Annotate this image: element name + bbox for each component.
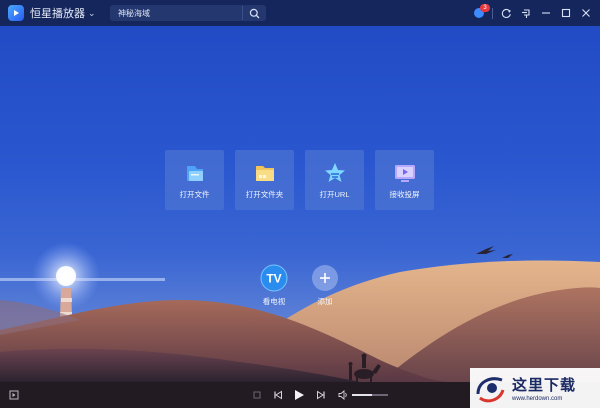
open-folder-tile[interactable]: 打开文件夹 [235, 150, 294, 210]
volume-icon [338, 390, 347, 400]
tv-badge-text: TV [266, 272, 281, 286]
play-button[interactable] [291, 382, 307, 408]
message-button[interactable]: 3 [469, 0, 490, 26]
chevron-down-icon[interactable]: ⌄ [88, 8, 96, 19]
tile-label: 接收投屏 [389, 190, 420, 199]
folder-icon [255, 166, 274, 181]
close-button[interactable] [576, 0, 596, 26]
search-icon [249, 8, 260, 18]
watermark-logo-icon [476, 377, 505, 403]
search-box [110, 5, 266, 21]
open-url-tile[interactable]: 打开URL [305, 150, 364, 210]
volume-button[interactable] [336, 382, 350, 408]
stop-icon [253, 391, 261, 399]
next-button[interactable] [314, 382, 328, 408]
watermark-url: www.herdown.com [512, 396, 563, 402]
window-controls: 3 [469, 0, 600, 26]
refresh-button[interactable] [496, 0, 516, 26]
previous-icon [274, 390, 282, 400]
previous-button[interactable] [271, 382, 285, 408]
player-stage: 恒星播放器 ⌄ 3 [0, 0, 600, 408]
tv-icon: TV [260, 264, 288, 292]
quick-actions: 打开文件 打开文件夹 打开URL 接收投屏 [165, 150, 434, 210]
tile-label: 打开URL [319, 190, 350, 199]
maximize-button[interactable] [556, 0, 576, 26]
search-button[interactable] [243, 5, 266, 21]
watch-tv-label: 看电视 [262, 297, 286, 306]
maximize-icon [561, 8, 571, 18]
watermark: 这里下载 www.herdown.com [470, 368, 600, 408]
notification-badge: 3 [480, 4, 490, 12]
plus-icon [312, 265, 338, 291]
watch-tv-button[interactable]: TV 看电视 [260, 264, 288, 307]
tile-label: 打开文件 [179, 190, 210, 199]
refresh-icon [501, 8, 511, 18]
volume-slider[interactable] [352, 394, 388, 396]
add-button[interactable]: 添加 [311, 264, 339, 307]
watermark-title: 这里下载 [512, 376, 577, 394]
close-icon [582, 9, 590, 17]
playlist-icon [9, 390, 19, 400]
file-icon [186, 166, 203, 181]
search-input[interactable] [110, 8, 243, 18]
stop-button[interactable] [250, 382, 264, 408]
tile-label: 打开文件夹 [245, 190, 284, 199]
receive-cast-tile[interactable]: 接收投屏 [375, 150, 434, 210]
next-icon [317, 390, 325, 400]
play-icon [295, 390, 304, 400]
volume-level [352, 394, 372, 396]
divider [492, 7, 493, 19]
add-label: 添加 [317, 297, 333, 306]
pin-icon [521, 8, 530, 18]
app-logo-icon [8, 5, 24, 21]
minimize-icon [542, 12, 550, 14]
app-title[interactable]: 恒星播放器 [30, 5, 85, 21]
star-url-icon [324, 163, 345, 182]
open-file-tile[interactable]: 打开文件 [165, 150, 224, 210]
minimize-button[interactable] [536, 0, 556, 26]
playlist-toggle-button[interactable] [6, 382, 22, 408]
pin-button[interactable] [516, 0, 536, 26]
title-bar: 恒星播放器 ⌄ 3 [0, 0, 600, 26]
screen-cast-icon [394, 165, 415, 182]
